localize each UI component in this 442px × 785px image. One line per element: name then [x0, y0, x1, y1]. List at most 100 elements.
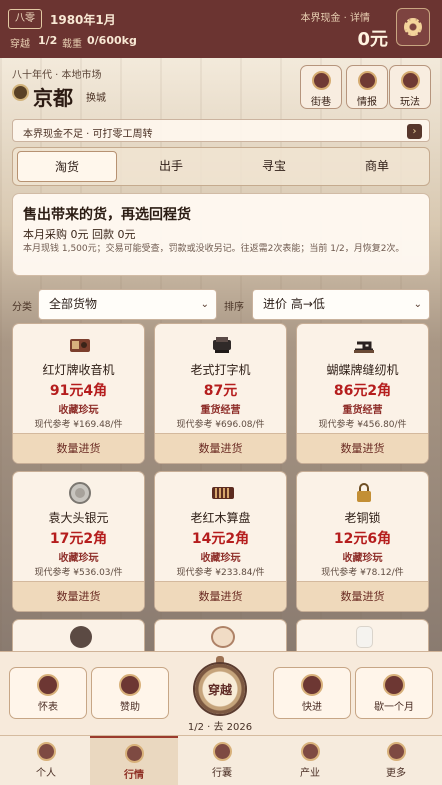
fast-forward-button[interactable]: 快进	[273, 667, 351, 719]
nav-profile-label: 个人	[36, 768, 56, 779]
rest-month-label: 歇一个月	[374, 702, 414, 713]
intel-label: 情报	[357, 97, 377, 108]
nav-industry[interactable]: 产业	[266, 736, 354, 785]
product-name: 蝴蝶牌缝纫机	[326, 363, 399, 377]
product-grid: 红灯牌收音机 91元4角 收藏珍玩 现代参考 ¥169.48/件 数量进货 老式…	[12, 323, 430, 651]
radio-icon	[68, 333, 92, 357]
rest-icon	[383, 674, 405, 696]
product-card: 蝴蝶牌缝纫机 86元2角 重货经营 现代参考 ¥456.80/件 数量进货	[296, 323, 429, 464]
nav-market-label: 行情	[124, 770, 144, 781]
buy-quantity-button[interactable]: 数量进货	[155, 581, 286, 611]
buy-quantity-button[interactable]: 数量进货	[13, 581, 144, 611]
product-tag: 重货经营	[200, 405, 241, 416]
buy-quantity-button[interactable]: 数量进货	[297, 581, 428, 611]
tab-buy[interactable]: 淘货	[17, 151, 117, 182]
product-name: 老红木算盘	[190, 511, 251, 525]
product-tag: 收藏珍玩	[200, 553, 241, 564]
category-select[interactable]: 全部货物 ⌄	[38, 289, 217, 320]
abacus-icon	[210, 481, 234, 505]
chevron-right-icon[interactable]: ›	[407, 124, 422, 139]
product-card	[154, 619, 287, 651]
intel-button[interactable]: 情报	[346, 65, 388, 109]
pocket-watch-label: 怀表	[38, 702, 58, 713]
time-travel-button[interactable]: 穿越	[194, 656, 246, 718]
buy-quantity-button[interactable]: 数量进货	[155, 433, 286, 463]
sort-value: 进价 高→低	[263, 297, 325, 311]
gear-icon	[404, 18, 422, 36]
buy-quantity-button[interactable]: 数量进货	[13, 433, 144, 463]
sort-label: 排序	[224, 302, 244, 313]
trade-rule: 本月现钱 1,500元；交易可能受查，罚款或没收另记。往返需2次表能；当前 1/…	[23, 244, 405, 254]
product-tag: 收藏珍玩	[58, 405, 99, 416]
person-icon	[37, 742, 56, 761]
product-card: 红灯牌收音机 91元4角 收藏珍玩 现代参考 ¥169.48/件 数量进货	[12, 323, 145, 464]
time-travel-caption: 1/2 · 去 2026	[187, 722, 253, 733]
category-value: 全部货物	[49, 297, 98, 311]
product-reference-price: 现代参考 ¥696.08/件	[176, 420, 265, 430]
switch-city-link[interactable]: 换城	[86, 89, 106, 104]
tab-sell[interactable]: 出手	[121, 151, 221, 182]
current-date: 1980年1月	[50, 13, 116, 27]
city-pin-icon	[12, 84, 29, 101]
market-subtitle: 八十年代 · 本地市场	[12, 70, 102, 81]
fast-forward-label: 快进	[302, 702, 322, 713]
tab-treasure[interactable]: 寻宝	[224, 151, 324, 182]
cash-notice[interactable]: 本界现金不足 · 可打零工周转 ›	[12, 119, 430, 142]
nav-bag[interactable]: 行囊	[178, 736, 266, 785]
product-name: 老铜锁	[344, 511, 381, 525]
product-tag: 收藏珍玩	[342, 553, 383, 564]
nav-bag-label: 行囊	[212, 768, 232, 779]
rest-month-button[interactable]: 歇一个月	[355, 667, 433, 719]
building-icon	[301, 742, 320, 761]
nav-industry-label: 产业	[300, 768, 320, 779]
bottom-navigation: 个人 行情 行囊 产业 更多	[0, 735, 442, 785]
fast-forward-icon	[301, 674, 323, 696]
nav-market[interactable]: 行情	[90, 736, 178, 785]
item-icon	[211, 626, 235, 648]
gift-icon	[119, 674, 141, 696]
cash-details-link[interactable]: 本界现金 · 详情	[300, 9, 370, 24]
megaphone-icon	[358, 71, 377, 90]
buy-quantity-button[interactable]: 数量进货	[297, 433, 428, 463]
clock-icon	[37, 674, 59, 696]
item-icon	[356, 626, 373, 648]
street-label: 街巷	[311, 97, 331, 108]
product-reference-price: 现代参考 ¥233.84/件	[176, 568, 265, 578]
lightbulb-icon	[401, 71, 420, 90]
pocket-watch-button[interactable]: 怀表	[9, 667, 87, 719]
monthly-summary: 本月采购 0元 回款 0元	[23, 228, 136, 241]
product-tag: 收藏珍玩	[58, 553, 99, 564]
sewing-machine-icon	[352, 333, 376, 357]
trade-info-card: 售出带来的货，再选回程货 本月采购 0元 回款 0元 本月现钱 1,500元；交…	[12, 193, 430, 276]
product-price: 86元2角	[333, 383, 392, 399]
product-price: 17元2角	[49, 531, 108, 547]
nav-more[interactable]: 更多	[352, 736, 440, 785]
chevron-down-icon: ⌄	[200, 299, 209, 310]
load-value: 0/600kg	[87, 34, 137, 47]
sponsor-label: 赞助	[120, 702, 140, 713]
nav-more-label: 更多	[386, 768, 406, 779]
tab-orders[interactable]: 商单	[327, 151, 427, 182]
product-card	[296, 619, 429, 651]
item-icon	[70, 626, 92, 648]
time-travel-label: 穿越	[207, 683, 232, 697]
product-price: 91元4角	[49, 383, 108, 399]
product-reference-price: 现代参考 ¥78.12/件	[321, 568, 404, 578]
product-reference-price: 现代参考 ¥456.80/件	[318, 420, 407, 430]
chart-icon	[125, 744, 144, 763]
guide-label: 玩法	[400, 97, 420, 108]
sponsor-button[interactable]: 赞助	[91, 667, 169, 719]
product-card: 老式打字机 87元 重货经营 现代参考 ¥696.08/件 数量进货	[154, 323, 287, 464]
typewriter-icon	[210, 333, 234, 357]
street-button[interactable]: 街巷	[300, 65, 342, 109]
guide-button[interactable]: 玩法	[389, 65, 431, 109]
product-tag: 重货经营	[342, 405, 383, 416]
cash-value: 0元	[357, 29, 388, 50]
product-reference-price: 现代参考 ¥169.48/件	[34, 420, 123, 430]
product-card: 老红木算盘 14元2角 收藏珍玩 现代参考 ¥233.84/件 数量进货	[154, 471, 287, 612]
settings-button[interactable]	[396, 8, 430, 46]
sort-select[interactable]: 进价 高→低 ⌄	[252, 289, 430, 320]
nav-profile[interactable]: 个人	[2, 736, 90, 785]
product-price: 87元	[203, 383, 238, 399]
product-card: 老铜锁 12元6角 收藏珍玩 现代参考 ¥78.12/件 数量进货	[296, 471, 429, 612]
